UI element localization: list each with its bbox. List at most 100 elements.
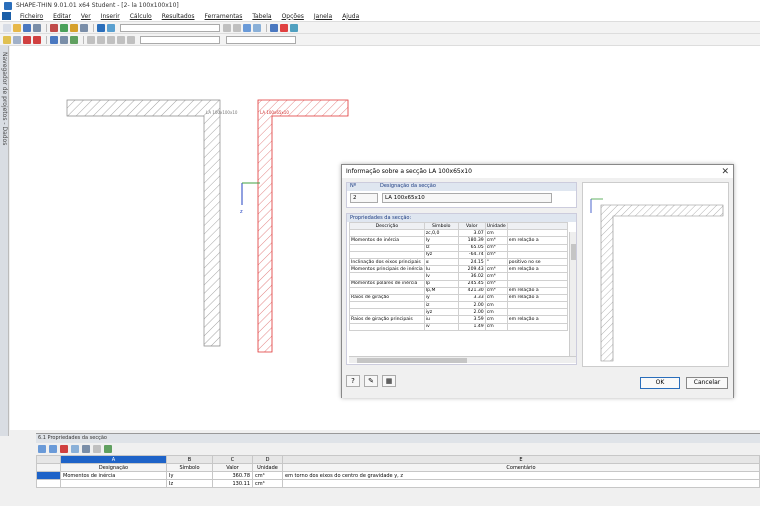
redo-icon[interactable] — [60, 23, 68, 32]
col-a[interactable]: A — [60, 455, 167, 464]
horizontal-scrollbar[interactable] — [349, 356, 576, 363]
new-file-icon[interactable] — [3, 23, 11, 32]
header-valor: Valor — [212, 463, 253, 472]
copy-icon[interactable] — [107, 35, 115, 44]
navigator-label: Navegador de projetos - Dados — [1, 52, 8, 146]
table-row[interactable]: Iv 36.02 cm⁴ — [349, 272, 568, 281]
table-row[interactable]: zc,0,0 3.07 cm — [349, 229, 568, 238]
menu-tabela[interactable]: Tabela — [247, 13, 276, 20]
export-icon[interactable] — [60, 445, 68, 453]
section-right[interactable] — [257, 99, 349, 353]
section-icon[interactable] — [270, 23, 278, 32]
move-icon[interactable] — [13, 35, 21, 44]
table-row[interactable]: Iyz -64.74 cm⁴ — [349, 250, 568, 259]
menu-ver[interactable]: Ver — [76, 13, 96, 20]
section-properties-panel: 6.1 Propriedades da secção A B C D E Des… — [36, 433, 760, 506]
table-row[interactable]: Momentos principais de inércia Iu 209.43 cm… — [349, 265, 568, 274]
filter-icon[interactable] — [71, 445, 79, 453]
save-icon[interactable] — [23, 23, 31, 32]
dialog-body: Nº Designação da secção 2 LA 100x65x10 P… — [342, 178, 733, 398]
calculate-icon[interactable] — [70, 23, 78, 32]
table-row[interactable]: Inclinação dos eixos principais α 24.15 ° po… — [349, 257, 568, 267]
col-c[interactable]: C — [212, 455, 253, 464]
section-left[interactable] — [66, 99, 221, 347]
close-icon[interactable]: ✕ — [721, 167, 729, 177]
section-designation-field[interactable]: LA 100x65x10 — [382, 193, 552, 203]
col-d[interactable]: D — [252, 455, 283, 464]
table-row[interactable]: Raios de giração iy 3.33 cm em relação a — [349, 293, 568, 303]
undo-icon[interactable] — [50, 23, 58, 32]
header-unidade: Unidade — [252, 463, 283, 472]
menu-resultados[interactable]: Resultados — [157, 13, 200, 20]
table-row[interactable]: Ip,M 421.30 cm⁴ em relação a — [349, 286, 568, 295]
open-folder-icon[interactable] — [13, 23, 21, 32]
cancel-button[interactable]: Cancelar — [686, 377, 728, 389]
filter-combo[interactable] — [226, 35, 296, 44]
menu-inserir[interactable]: Inserir — [96, 13, 125, 20]
title-bar: SHAPE-THIN 9.01.01 x64 Student - [2- la … — [0, 0, 760, 11]
table-row[interactable]: Momentos polares de inércia Ip 245.45 cm⁴ — [349, 279, 568, 288]
col-b[interactable]: B — [166, 455, 213, 464]
menu-calculo[interactable]: Cálculo — [125, 13, 157, 20]
menu-ficheiro[interactable]: Ficheiro — [15, 13, 48, 20]
divide-icon[interactable] — [127, 35, 135, 44]
snap-icon[interactable] — [70, 35, 78, 44]
line-icon[interactable] — [23, 35, 31, 44]
ok-button[interactable]: OK — [640, 377, 680, 389]
header-comentario: Comentário — [282, 463, 760, 472]
edit-icon[interactable]: ✎ — [364, 375, 378, 387]
select-icon[interactable] — [3, 35, 11, 44]
rotate-icon[interactable] — [97, 35, 105, 44]
project-navigator-strip[interactable]: Navegador de projetos - Dados — [0, 46, 9, 436]
delete-icon[interactable] — [280, 23, 288, 32]
scale-icon[interactable] — [117, 35, 125, 44]
arrow-left-icon[interactable] — [223, 23, 231, 32]
mirror-icon[interactable] — [87, 35, 95, 44]
menu-ajuda[interactable]: Ajuda — [337, 13, 364, 20]
help-icon[interactable]: ? — [346, 375, 360, 387]
dimension-icon[interactable] — [60, 35, 68, 44]
col-e[interactable]: E — [282, 455, 760, 464]
dialog-properties-table: Descrição Símbolo Valor Unidade zc,0,0 3.… — [349, 221, 568, 331]
table-row[interactable]: iv 1.49 cm — [349, 322, 568, 331]
view-combo[interactable] — [120, 23, 220, 32]
node-icon[interactable] — [50, 35, 58, 44]
table-row[interactable]: Iz 130.11 cm⁴ — [36, 479, 760, 488]
sort-icon[interactable] — [82, 445, 90, 453]
table-row[interactable]: iz 2.00 cm — [349, 301, 568, 310]
menu-opcoes[interactable]: Opções — [277, 13, 309, 20]
results-icon[interactable] — [80, 23, 88, 32]
dialog-titlebar: Informação sobre a secção LA 100x65x10 ✕ — [342, 165, 733, 178]
app-icon — [4, 1, 12, 10]
table-row[interactable]: Iz 65.05 cm⁴ — [349, 243, 568, 252]
table-view-icon[interactable] — [38, 445, 46, 453]
table-icon[interactable] — [97, 23, 105, 32]
export-table-icon[interactable]: ▦ — [382, 375, 396, 387]
designation-header: Designação da secção — [380, 183, 436, 189]
zoom-icon[interactable] — [243, 23, 251, 32]
arrow-right-icon[interactable] — [233, 23, 241, 32]
table-row[interactable]: Momentos de inércia Iy 360.78 cm⁴ em tor… — [36, 471, 760, 480]
render-icon[interactable] — [290, 23, 298, 32]
dialog-tool-buttons: ? ✎ ▦ — [346, 375, 396, 387]
section-designation-block: Nº Designação da secção 2 LA 100x65x10 — [346, 182, 577, 208]
section-left-label: LA 100x100x10 — [206, 110, 238, 115]
table-row[interactable]: Momentos de inércia Iy 180.39 cm⁴ em relação… — [349, 236, 568, 245]
menu-editar[interactable]: Editar — [48, 13, 76, 20]
section-number-field[interactable]: 2 — [350, 193, 378, 203]
element-icon[interactable] — [33, 35, 41, 44]
excel-icon[interactable] — [104, 445, 112, 453]
grid-icon[interactable] — [253, 23, 261, 32]
table-row[interactable]: iyz 2.00 cm — [349, 308, 568, 317]
columns-icon[interactable] — [93, 445, 101, 453]
table-row[interactable]: Raios de giração principais iu 3.59 cm em re… — [349, 315, 568, 324]
view-icon[interactable] — [107, 23, 115, 32]
vertical-scrollbar[interactable] — [569, 232, 576, 356]
table-grid-icon[interactable] — [49, 445, 57, 453]
menu-janela[interactable]: Janela — [309, 13, 337, 20]
menu-logo-icon[interactable] — [2, 12, 11, 20]
menu-ferramentas[interactable]: Ferramentas — [200, 13, 248, 20]
axis-z-label: z — [240, 209, 243, 215]
print-icon[interactable] — [33, 23, 41, 32]
layer-combo[interactable] — [140, 35, 220, 44]
